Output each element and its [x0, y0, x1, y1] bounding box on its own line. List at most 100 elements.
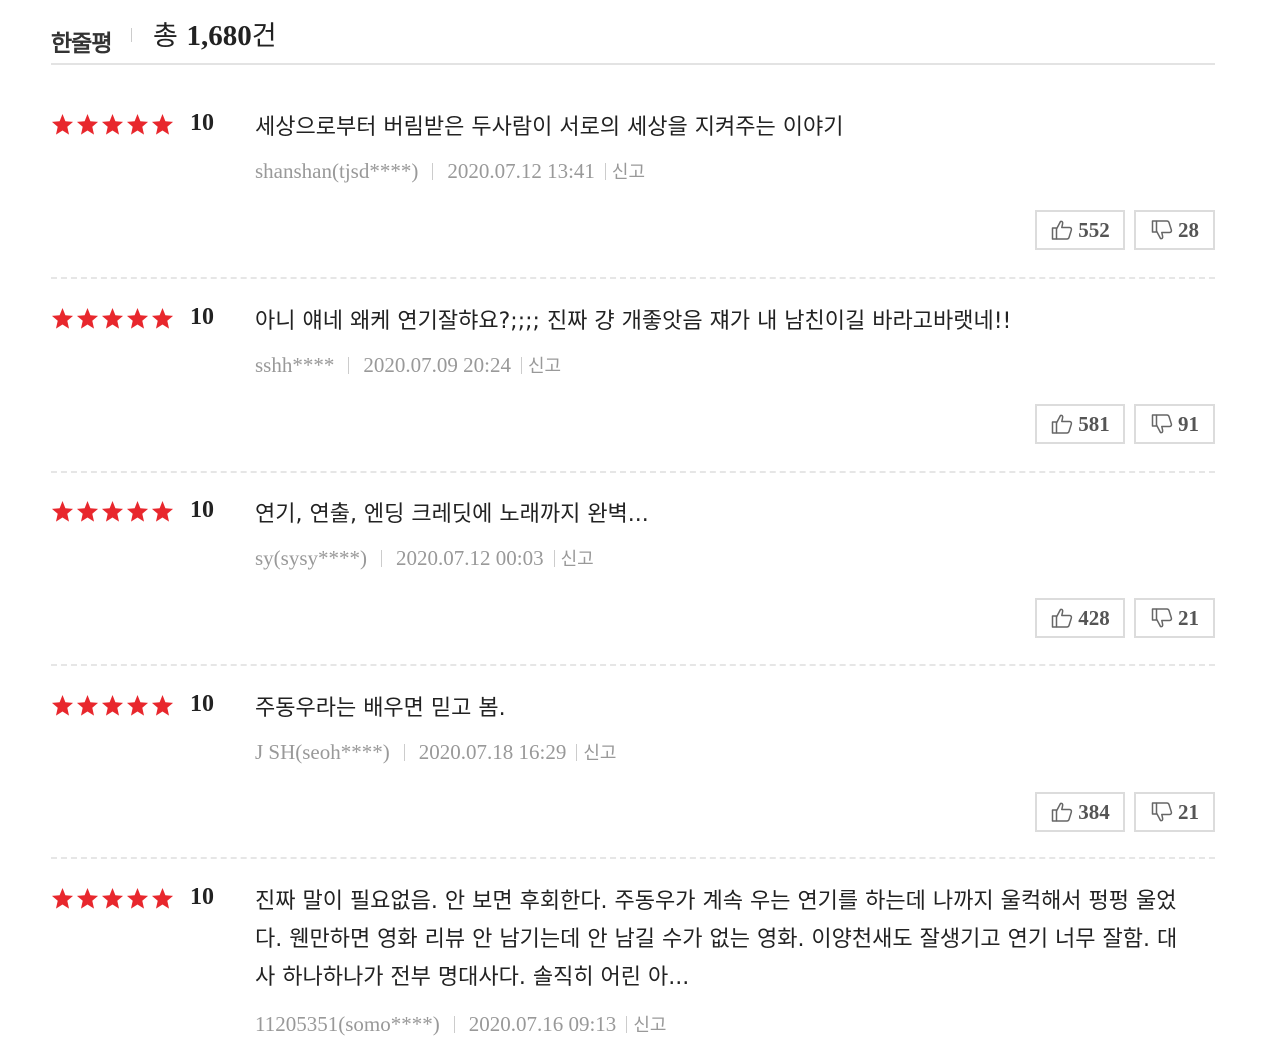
meta-divider [453, 1015, 455, 1033]
star-rating [51, 307, 174, 331]
like-count: 552 [1078, 217, 1110, 242]
star-icon [151, 307, 174, 329]
like-button[interactable]: 384 [1035, 792, 1125, 832]
star-icon [126, 113, 149, 135]
dislike-count: 91 [1178, 411, 1199, 436]
like-count: 384 [1078, 799, 1110, 824]
section-title: 한줄평 [51, 31, 112, 57]
meta-divider [626, 1015, 628, 1033]
review-date: 2020.07.16 09:13 [468, 1011, 617, 1036]
review-author[interactable]: sshh**** [255, 353, 334, 378]
like-button[interactable]: 428 [1035, 598, 1125, 638]
review-divider [51, 857, 1215, 859]
meta-divider [553, 549, 555, 567]
review-meta: sy(sysy****) 2020.07.12 00:03 신고 [255, 545, 594, 571]
dislike-count: 28 [1178, 217, 1199, 242]
like-count: 428 [1078, 605, 1110, 630]
review-meta: sshh**** 2020.07.09 20:24 신고 [255, 352, 561, 378]
review-divider [51, 664, 1215, 666]
review-total: 총 1,680건 [153, 14, 277, 53]
star-icon [51, 307, 74, 329]
meta-divider [604, 162, 606, 180]
star-rating [51, 887, 174, 911]
star-icon [51, 887, 74, 909]
thumbs-down-icon [1150, 218, 1174, 242]
like-button[interactable]: 581 [1035, 404, 1125, 444]
meta-divider [381, 549, 383, 567]
star-icon [101, 694, 124, 716]
star-icon [126, 694, 149, 716]
star-icon [101, 113, 124, 135]
star-icon [151, 113, 174, 135]
report-link[interactable]: 신고 [612, 158, 645, 184]
star-icon [151, 694, 174, 716]
dislike-count: 21 [1178, 605, 1199, 630]
meta-divider [432, 162, 434, 180]
star-icon [101, 887, 124, 909]
thumbs-down-icon [1150, 800, 1174, 824]
star-rating [51, 113, 174, 137]
total-count: 1,680 [186, 20, 252, 52]
review-score: 10 [190, 884, 214, 910]
star-icon [76, 500, 99, 522]
review-text: 연기, 연출, 엔딩 크레딧에 노래까지 완벽... [255, 502, 649, 527]
star-icon [76, 887, 99, 909]
report-link[interactable]: 신고 [528, 352, 561, 378]
dislike-button[interactable]: 28 [1134, 210, 1215, 250]
header-divider [131, 28, 132, 42]
thumbs-up-icon [1050, 218, 1074, 242]
thumbs-up-icon [1050, 606, 1074, 630]
review-date: 2020.07.09 20:24 [363, 352, 511, 377]
review-score: 10 [190, 497, 214, 523]
report-link[interactable]: 신고 [633, 1011, 666, 1037]
review-meta: 11205351(somo****) 2020.07.16 09:13 신고 [255, 1011, 666, 1037]
thumbs-up-icon [1050, 800, 1074, 824]
like-count: 581 [1078, 411, 1110, 436]
review-author[interactable]: shanshan(tjsd****) [255, 159, 418, 184]
review-meta: shanshan(tjsd****) 2020.07.12 13:41 신고 [255, 158, 645, 184]
review-author[interactable]: J SH(seoh****) [255, 740, 390, 765]
meta-divider [403, 743, 405, 761]
report-link[interactable]: 신고 [583, 739, 616, 765]
star-icon [76, 694, 99, 716]
star-icon [126, 307, 149, 329]
thumbs-down-icon [1150, 606, 1174, 630]
star-icon [101, 307, 124, 329]
like-button[interactable]: 552 [1035, 210, 1125, 250]
review-author[interactable]: sy(sysy****) [255, 546, 367, 571]
review-text: 주동우라는 배우면 믿고 봄. [255, 696, 506, 721]
review-date: 2020.07.12 00:03 [396, 545, 544, 570]
star-icon [76, 307, 99, 329]
dislike-button[interactable]: 91 [1134, 404, 1215, 444]
star-icon [151, 500, 174, 522]
review-text: 세상으로부터 버림받은 두사람이 서로의 세상을 지켜주는 이야기 [255, 115, 844, 140]
review-score: 10 [190, 304, 214, 330]
star-rating [51, 694, 174, 718]
thumbs-down-icon [1150, 412, 1174, 436]
review-date: 2020.07.18 16:29 [418, 739, 567, 764]
meta-divider [576, 743, 578, 761]
star-icon [76, 113, 99, 135]
total-suffix: 건 [251, 21, 277, 52]
total-prefix: 총 [153, 21, 187, 52]
review-date: 2020.07.12 13:41 [447, 158, 595, 183]
dislike-button[interactable]: 21 [1134, 598, 1215, 638]
dislike-count: 21 [1178, 799, 1199, 824]
review-divider [51, 471, 1215, 473]
review-score: 10 [190, 110, 214, 136]
star-icon [101, 500, 124, 522]
report-link[interactable]: 신고 [561, 545, 594, 571]
meta-divider [348, 356, 350, 374]
review-author[interactable]: 11205351(somo****) [255, 1012, 440, 1037]
dislike-button[interactable]: 21 [1134, 792, 1215, 832]
star-icon [126, 500, 149, 522]
review-text: 진짜 말이 필요없음. 안 보면 후회한다. 주동우가 계속 우는 연기를 하는… [255, 889, 1178, 990]
review-meta: J SH(seoh****) 2020.07.18 16:29 신고 [255, 739, 616, 765]
thumbs-up-icon [1050, 412, 1074, 436]
star-icon [51, 500, 74, 522]
review-text: 아니 얘네 왜케 연기잘햐요?;;;; 진짜 걍 개좋앗음 쟤가 내 남친이길 … [255, 309, 1012, 334]
star-icon [151, 887, 174, 909]
review-header: 한줄평 총 1,680건 [51, 10, 1215, 65]
star-rating [51, 500, 174, 524]
star-icon [51, 113, 74, 135]
